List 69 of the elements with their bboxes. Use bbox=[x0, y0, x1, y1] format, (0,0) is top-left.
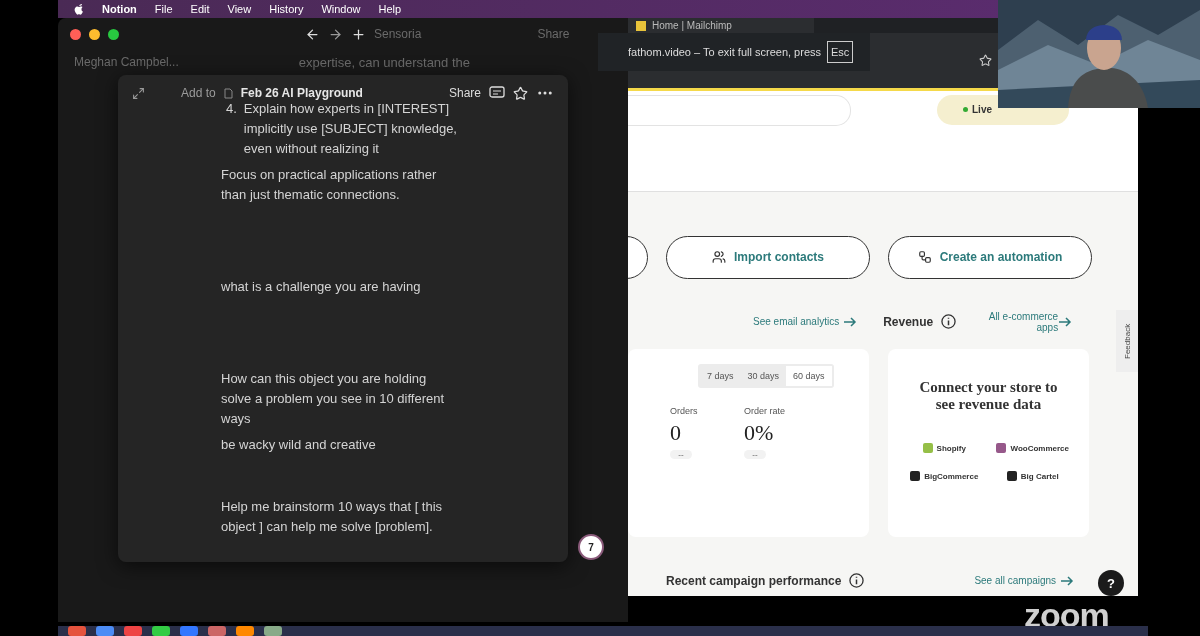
section-title: Revenue bbox=[883, 314, 934, 329]
ecommerce-link[interactable]: All e-commerce apps bbox=[978, 310, 1059, 333]
email-analytics-link[interactable]: See email analytics bbox=[753, 316, 858, 328]
paragraph: Help me brainstorm 10 ways that [ this object ] can help me solve [problem]. bbox=[221, 498, 444, 536]
paragraph: How can this object you are holding solve a problem you see in 10 different ways bbox=[221, 370, 446, 428]
star-icon[interactable] bbox=[979, 53, 992, 67]
workflow-icon bbox=[917, 250, 932, 265]
notification-badge[interactable]: 7 bbox=[578, 534, 604, 560]
zoom-logo: zoom bbox=[1024, 598, 1109, 632]
menu-item[interactable]: Window bbox=[321, 3, 361, 15]
card-title: Connect your store to see revenue data bbox=[918, 379, 1059, 414]
share-link[interactable]: Share bbox=[448, 86, 481, 100]
menu-item[interactable]: File bbox=[154, 3, 173, 15]
platform-link[interactable]: Shopify bbox=[900, 443, 989, 454]
paragraph: what is a challenge you are having bbox=[221, 278, 422, 296]
expand-icon[interactable] bbox=[132, 86, 145, 100]
people-icon bbox=[712, 250, 726, 265]
metric-value: 0% bbox=[744, 420, 775, 447]
list-number: 4. bbox=[226, 100, 237, 118]
page-icon bbox=[223, 87, 233, 99]
menu-item[interactable]: Notion bbox=[102, 3, 137, 15]
metric-change: -- bbox=[744, 450, 766, 460]
arrow-icon bbox=[1058, 316, 1073, 327]
menu-item[interactable]: History bbox=[269, 3, 304, 15]
range-tab[interactable]: 7 days bbox=[700, 366, 741, 387]
toast-text: fathom.video – To exit full screen, press bbox=[628, 46, 821, 58]
search-field[interactable] bbox=[628, 94, 851, 126]
action-button[interactable]: Import contacts bbox=[666, 235, 870, 279]
info-icon bbox=[849, 573, 865, 589]
minimize-icon[interactable] bbox=[89, 28, 100, 40]
arrow-icon bbox=[843, 316, 858, 327]
paragraph: Focus on practical applications rather than just thematic connections. bbox=[221, 166, 438, 204]
close-icon[interactable] bbox=[70, 28, 81, 40]
forward-icon[interactable] bbox=[328, 26, 343, 42]
arrow-icon bbox=[1060, 575, 1075, 586]
menu-item[interactable]: Help bbox=[378, 3, 402, 15]
add-to-label: Add to bbox=[181, 86, 216, 100]
section-title: Recent campaign performance bbox=[666, 573, 842, 588]
info-icon bbox=[941, 314, 957, 330]
range-tab[interactable]: 30 days bbox=[740, 366, 787, 387]
body-text: expertise, can understand the bbox=[298, 54, 470, 70]
status-dot bbox=[963, 107, 968, 113]
page-title[interactable]: Feb 26 AI Playground bbox=[240, 86, 363, 100]
menu-item[interactable]: Edit bbox=[190, 3, 210, 15]
range-tab[interactable]: 60 days bbox=[786, 366, 832, 387]
campaigns-link[interactable]: See all campaigns bbox=[974, 575, 1075, 587]
platform-link[interactable]: BigCommerce bbox=[900, 471, 989, 482]
metric-label: Orders bbox=[670, 406, 699, 417]
paragraph: be wacky wild and creative bbox=[221, 436, 377, 454]
favicon-icon bbox=[636, 20, 646, 31]
action-button[interactable]: Create an automation bbox=[888, 235, 1092, 279]
apple-icon bbox=[74, 3, 84, 15]
platform-link[interactable]: Big Cartel bbox=[988, 471, 1077, 482]
metric-change: -- bbox=[670, 450, 692, 460]
app-icon[interactable] bbox=[152, 626, 170, 636]
key-hint: Esc bbox=[827, 41, 854, 63]
feedback-tab[interactable]: Feedback bbox=[1116, 310, 1138, 372]
back-icon[interactable] bbox=[305, 26, 320, 42]
metric-label: Order rate bbox=[744, 406, 786, 417]
list-item-text: Explain how experts in [INTEREST] implicitly use [SUBJECT] knowledge, even without realizing it bbox=[243, 100, 458, 158]
add-icon[interactable] bbox=[351, 26, 366, 42]
platform-link[interactable]: WooCommerce bbox=[988, 443, 1077, 454]
comment-icon[interactable] bbox=[489, 86, 505, 100]
browser-tab[interactable]: Home | Mailchimp bbox=[628, 18, 814, 33]
help-button[interactable]: ? bbox=[1098, 570, 1124, 596]
metric-value: 0 bbox=[670, 420, 682, 447]
menu-item[interactable]: View bbox=[227, 3, 252, 15]
star-icon[interactable] bbox=[513, 85, 528, 101]
zoom-icon[interactable] bbox=[108, 28, 119, 40]
